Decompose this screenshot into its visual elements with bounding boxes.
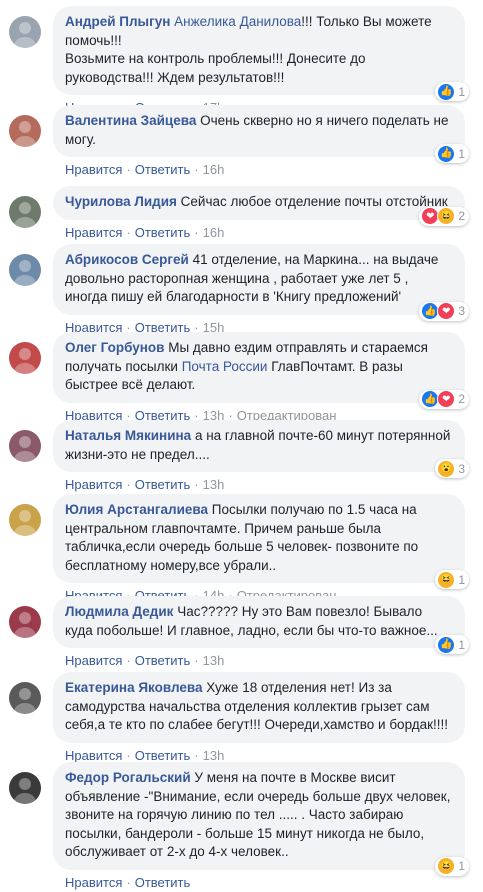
love-reaction-icon: ❤ — [437, 302, 456, 320]
reactions-summary[interactable]: 😮 3 — [435, 459, 469, 478]
author-name[interactable]: Наталья Мякинина — [65, 428, 191, 443]
like-link[interactable]: Нравится — [65, 162, 122, 177]
comment-bubble: Людмила Дедик Час????? Ну это Вам повезл… — [53, 596, 465, 648]
comment-bubble: Федор Рогальский У меня на почте в Москв… — [53, 762, 465, 870]
like-reaction-icon: 👍 — [437, 144, 456, 163]
haha-reaction-icon: 😆 — [437, 207, 456, 225]
comment-item: Чурилова Лидия Сейчас любое отделение по… — [0, 186, 469, 242]
comment-actions: Нравится · Ответить — [65, 874, 191, 890]
reaction-count: 2 — [458, 209, 465, 223]
comment-item: Екатерина Яковлева Хуже 18 отделения нет… — [0, 672, 465, 765]
comment-bubble: Чурилова Лидия Сейчас любое отделение по… — [53, 186, 465, 220]
author-name[interactable]: Людмила Дедик — [65, 604, 173, 619]
reply-link[interactable]: Ответить — [135, 162, 191, 177]
comment-bubble: Екатерина Яковлева Хуже 18 отделения нет… — [53, 672, 465, 743]
avatar[interactable] — [9, 504, 41, 536]
haha-reaction-icon: 😆 — [437, 857, 456, 875]
reactions-summary[interactable]: 😆 1 — [435, 570, 469, 589]
comment-actions: Нравится · Ответить · 13h — [65, 477, 225, 492]
avatar[interactable] — [9, 115, 41, 147]
comment-bubble: Валентина Зайцева Очень скверно но я нич… — [53, 105, 465, 157]
comment-item: Абрикосов Сергей 41 отделение, на Маркин… — [0, 244, 469, 337]
avatar[interactable] — [9, 772, 41, 804]
reply-link[interactable]: Ответить — [135, 875, 191, 890]
reaction-count: 2 — [458, 392, 465, 406]
avatar[interactable] — [9, 254, 41, 286]
reactions-summary[interactable]: 👍 ❤ 2 — [419, 389, 469, 409]
comment-actions: Нравится · Ответить · 16h — [65, 224, 225, 240]
reaction-count: 3 — [458, 461, 465, 476]
reactions-summary[interactable]: 👍 1 — [435, 144, 469, 163]
comment-bubble: Андрей Плыгун Анжелика Данилова!!! Тольк… — [53, 6, 465, 95]
author-name[interactable]: Олег Горбунов — [65, 340, 164, 355]
mention-link[interactable]: Анжелика Данилова — [174, 14, 301, 29]
timestamp[interactable]: 16h — [203, 225, 225, 240]
comment-bubble: Абрикосов Сергей 41 отделение, на Маркин… — [53, 244, 465, 315]
author-name[interactable]: Абрикосов Сергей — [65, 252, 189, 267]
reactions-summary[interactable]: 😆 1 — [435, 856, 469, 876]
haha-reaction-icon: 😆 — [437, 570, 456, 589]
comment-bubble: Олег Горбунов Мы давно ездим отправлять … — [53, 332, 465, 403]
comment-item: Людмила Дедик Час????? Ну это Вам повезл… — [0, 596, 469, 670]
comment-actions: Нравится · Ответить · 16h — [65, 162, 225, 177]
reply-link[interactable]: Ответить — [135, 225, 191, 240]
avatar[interactable] — [9, 606, 41, 638]
comment-text: Сейчас любое отделение почты отстойник — [180, 194, 448, 209]
avatar[interactable] — [9, 430, 41, 462]
comment-actions: Нравится · Ответить · 13h — [65, 653, 225, 668]
reaction-count: 1 — [458, 859, 465, 873]
comment-item: Федор Рогальский У меня на почте в Москв… — [0, 762, 469, 892]
author-name[interactable]: Юлия Арстангалиева — [65, 502, 208, 517]
reactions-summary[interactable]: 👍 1 — [435, 82, 469, 101]
author-name[interactable]: Екатерина Яковлева — [65, 680, 203, 695]
timestamp[interactable]: 13h — [203, 748, 225, 763]
avatar[interactable] — [9, 682, 41, 714]
reactions-summary[interactable]: 👍 ❤ 3 — [419, 301, 469, 321]
like-link[interactable]: Нравится — [65, 748, 122, 763]
like-link[interactable]: Нравится — [65, 225, 122, 240]
reply-link[interactable]: Ответить — [135, 748, 191, 763]
author-name[interactable]: Федор Рогальский — [65, 770, 191, 785]
reply-link[interactable]: Ответить — [135, 477, 191, 492]
reactions-summary[interactable]: ❤ 😆 2 — [419, 206, 469, 226]
like-link[interactable]: Нравится — [65, 477, 122, 492]
avatar[interactable] — [9, 342, 41, 374]
author-name[interactable]: Чурилова Лидия — [65, 194, 177, 209]
wow-reaction-icon: 😮 — [437, 459, 456, 478]
comment-item: Олег Горбунов Мы давно ездим отправлять … — [0, 332, 469, 425]
mention-link[interactable]: Почта России — [182, 359, 268, 374]
avatar[interactable] — [9, 16, 41, 48]
reaction-count: 3 — [458, 304, 465, 318]
avatar[interactable] — [9, 196, 41, 228]
like-link[interactable]: Нравится — [65, 875, 122, 890]
like-link[interactable]: Нравится — [65, 653, 122, 668]
comment-bubble: Юлия Арстангалиева Посылки получаю по 1.… — [53, 494, 465, 583]
love-reaction-icon: ❤ — [437, 390, 456, 408]
timestamp[interactable]: 13h — [203, 477, 225, 492]
timestamp[interactable]: 16h — [203, 162, 225, 177]
reply-link[interactable]: Ответить — [135, 653, 191, 668]
comment-bubble: Наталья Мякинина а на главной почте-60 м… — [53, 420, 465, 472]
comment-item: Наталья Мякинина а на главной почте-60 м… — [0, 420, 469, 494]
author-name[interactable]: Андрей Плыгун — [65, 14, 170, 29]
reactions-summary[interactable]: 👍 1 — [435, 635, 469, 654]
reaction-count: 1 — [458, 572, 465, 587]
reaction-count: 1 — [458, 637, 465, 652]
comment-item: Валентина Зайцева Очень скверно но я нич… — [0, 105, 469, 179]
reaction-count: 1 — [458, 84, 465, 99]
like-reaction-icon: 👍 — [437, 635, 456, 654]
author-name[interactable]: Валентина Зайцева — [65, 113, 196, 128]
reaction-count: 1 — [458, 146, 465, 161]
comment-item: Андрей Плыгун Анжелика Данилова!!! Тольк… — [0, 6, 469, 117]
comment-item: Юлия Арстангалиева Посылки получаю по 1.… — [0, 494, 469, 605]
like-reaction-icon: 👍 — [437, 82, 456, 101]
timestamp[interactable]: 13h — [203, 653, 225, 668]
